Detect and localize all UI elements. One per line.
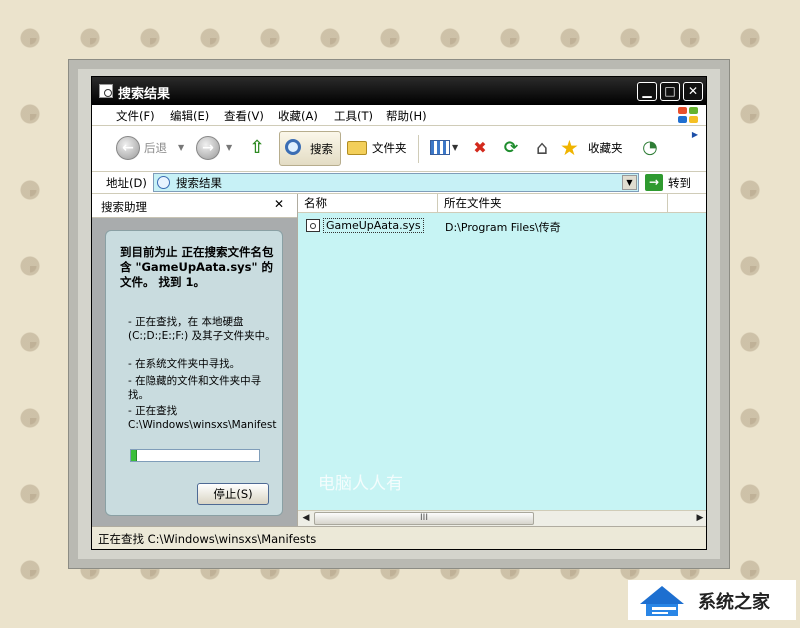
file-folder: D:\Program Files\传奇 xyxy=(445,221,561,234)
maximize-button[interactable]: □ xyxy=(660,82,680,101)
search-toolbar-button[interactable]: 搜索 xyxy=(279,131,341,166)
magnifier-icon xyxy=(285,139,301,155)
search-status-item: - 在隐藏的文件和文件夹中寻找。 xyxy=(128,375,262,401)
list-item[interactable]: GameUpAata.sys D:\Program Files\传奇 xyxy=(298,217,706,235)
status-bar: 正在查找 C:\Windows\winsxs\Manifests xyxy=(92,526,706,549)
folders-button-label: 文件夹 xyxy=(372,141,407,155)
search-button-label: 搜索 xyxy=(310,142,333,156)
search-status-title: 到目前为止 正在搜索文件名包含 "GameUpAata.sys" 的 文件。 找… xyxy=(120,245,274,289)
column-header-name[interactable]: 名称 xyxy=(298,194,438,213)
address-field[interactable]: 搜索结果 ▼ xyxy=(153,173,639,192)
search-companion-pane: 搜索助理 ✕ 到目前为止 正在搜索文件名包含 "GameUpAata.sys" … xyxy=(92,194,298,526)
search-status-item: - 正在查找 C:\Windows\winsxs\Manifest xyxy=(128,405,277,431)
favorites-button-label: 收藏夹 xyxy=(588,141,623,155)
results-pane: 名称 所在文件夹 GameUpAata.sys D:\Program Files… xyxy=(298,194,706,526)
site-logo-text: 系统之家 xyxy=(698,592,770,613)
go-arrow-icon[interactable]: → xyxy=(645,174,663,191)
horizontal-scrollbar[interactable]: ◀ III ▶ xyxy=(298,510,706,526)
delete-icon[interactable]: ✖ xyxy=(470,135,490,161)
close-pane-icon[interactable]: ✕ xyxy=(274,197,284,211)
stop-button[interactable]: 停止(S) xyxy=(197,483,269,505)
scroll-left-icon[interactable]: ◀ xyxy=(298,511,314,526)
forward-dropdown-icon[interactable]: ▼ xyxy=(226,135,232,161)
house-logo-icon xyxy=(640,586,684,616)
menu-file[interactable]: 文件(F) xyxy=(116,108,155,124)
column-header-empty xyxy=(668,194,706,213)
back-arrow-icon[interactable]: ← xyxy=(116,136,140,160)
minimize-button[interactable]: ▁ xyxy=(637,82,657,101)
history-icon[interactable]: ◔ xyxy=(638,135,662,161)
favorites-toolbar-button[interactable]: ★ 收藏夹 xyxy=(560,135,630,161)
search-progress-fill xyxy=(131,450,138,461)
search-pane-title: 搜索助理 xyxy=(101,200,147,214)
results-list: GameUpAata.sys D:\Program Files\传奇 电脑人人有 xyxy=(298,213,706,510)
close-button[interactable]: ✕ xyxy=(683,82,703,101)
menu-view[interactable]: 查看(V) xyxy=(224,108,264,124)
menu-edit[interactable]: 编辑(E) xyxy=(170,108,209,124)
search-progress-bar xyxy=(130,449,260,462)
search-status-item: - 在系统文件夹中寻找。 xyxy=(128,358,241,370)
scrollbar-thumb[interactable]: III xyxy=(314,512,534,525)
forward-arrow-icon[interactable]: → xyxy=(196,136,220,160)
address-bar: 地址(D) 搜索结果 ▼ → 转到 xyxy=(92,172,706,194)
menu-help[interactable]: 帮助(H) xyxy=(386,108,427,124)
scroll-right-icon[interactable]: ▶ xyxy=(692,511,706,526)
folders-toolbar-button[interactable]: 文件夹 xyxy=(345,135,411,161)
views-icon xyxy=(430,140,450,155)
star-icon: ★ xyxy=(560,136,579,160)
menu-bar: 文件(F) 编辑(E) 查看(V) 收藏(A) 工具(T) 帮助(H) xyxy=(92,105,706,126)
go-button[interactable]: 转到 xyxy=(668,175,691,191)
address-dropdown-icon[interactable]: ▼ xyxy=(622,175,637,190)
back-dropdown-icon[interactable]: ▼ xyxy=(178,135,184,161)
toolbar-separator xyxy=(418,135,419,163)
views-dropdown-icon: ▼ xyxy=(452,143,459,152)
windows-logo-icon xyxy=(678,107,700,124)
refresh-icon[interactable]: ⟳ xyxy=(500,135,522,161)
column-header-folder[interactable]: 所在文件夹 xyxy=(438,194,668,213)
search-status-panel: 到目前为止 正在搜索文件名包含 "GameUpAata.sys" 的 文件。 找… xyxy=(105,230,283,516)
back-button[interactable]: 后退 xyxy=(144,135,167,161)
search-pane-body: 到目前为止 正在搜索文件名包含 "GameUpAata.sys" 的 文件。 找… xyxy=(92,218,297,526)
address-value: 搜索结果 xyxy=(176,176,222,190)
search-status-item: - 正在查找，在 本地硬盘 (C:;D:;E:;F:) 及其子文件夹中。 xyxy=(128,316,276,342)
toolbar-overflow-icon[interactable]: ▶ xyxy=(692,130,698,139)
search-window-icon xyxy=(99,84,113,98)
menu-tools[interactable]: 工具(T) xyxy=(334,108,373,124)
site-logo: 系统之家 xyxy=(628,580,796,620)
up-folder-icon[interactable]: ⇧ xyxy=(246,135,268,161)
views-toolbar-button[interactable]: ▼ xyxy=(428,135,462,161)
address-label: 地址(D) xyxy=(106,176,147,190)
menu-favorites[interactable]: 收藏(A) xyxy=(278,108,318,124)
search-results-icon xyxy=(157,176,170,189)
home-icon[interactable]: ⌂ xyxy=(530,135,554,161)
folder-icon xyxy=(347,141,367,155)
search-pane-header: 搜索助理 ✕ xyxy=(92,194,297,218)
system-file-icon xyxy=(306,219,320,232)
toolbar: ← 后退 ▼ → ▼ ⇧ 搜索 文件夹 ▼ ✖ ⟳ ⌂ ★ 收藏夹 ◔ ▶ xyxy=(92,126,706,172)
file-name: GameUpAata.sys xyxy=(323,218,424,233)
window-title: 搜索结果 xyxy=(118,87,171,102)
explorer-window: 搜索结果 ▁ □ ✕ 文件(F) 编辑(E) 查看(V) 收藏(A) 工具(T)… xyxy=(91,76,707,550)
watermark-text: 电脑人人有 xyxy=(318,474,403,494)
title-bar[interactable]: 搜索结果 ▁ □ ✕ xyxy=(92,77,706,105)
